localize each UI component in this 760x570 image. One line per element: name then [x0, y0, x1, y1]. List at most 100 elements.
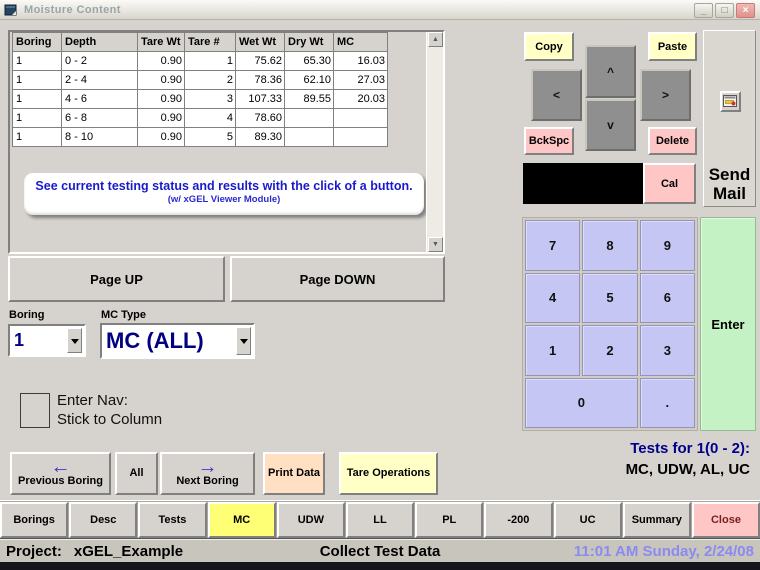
table-row[interactable]: 1 6 - 8 0.90 4 78.60: [12, 108, 388, 128]
cell-depth[interactable]: 4 - 6: [61, 89, 138, 109]
page-down-button[interactable]: Page DOWN: [230, 256, 445, 302]
cell-mc[interactable]: [333, 127, 388, 147]
mc-type-select[interactable]: MC (ALL): [100, 323, 255, 359]
tab-pl[interactable]: PL: [415, 502, 484, 538]
chevron-down-icon[interactable]: [67, 328, 82, 353]
cell-tare-num[interactable]: 5: [184, 127, 236, 147]
tab-mc[interactable]: MC: [207, 502, 276, 538]
tab-ll[interactable]: LL: [345, 502, 415, 538]
cell-tare-num[interactable]: 1: [184, 51, 236, 71]
key-6[interactable]: 6: [639, 272, 695, 323]
key-7[interactable]: 7: [525, 220, 581, 271]
chevron-down-icon[interactable]: [236, 327, 251, 355]
table-row[interactable]: 1 4 - 6 0.90 3 107.33 89.55 20.03: [12, 89, 388, 109]
cell-depth[interactable]: 6 - 8: [61, 108, 138, 128]
copy-button[interactable]: Copy: [524, 32, 574, 61]
print-data-button[interactable]: Print Data: [263, 452, 325, 495]
cell-dry-wt[interactable]: [284, 108, 334, 128]
tab-borings[interactable]: Borings: [0, 502, 69, 538]
cell-boring[interactable]: 1: [12, 108, 62, 128]
key-4[interactable]: 4: [525, 272, 581, 323]
cell-depth[interactable]: 0 - 2: [61, 51, 138, 71]
key-3[interactable]: 3: [639, 325, 695, 376]
cell-wet-wt[interactable]: 89.30: [235, 127, 285, 147]
cell-tare-wt[interactable]: 0.90: [137, 51, 185, 71]
close-icon[interactable]: ×: [736, 3, 755, 18]
cell-dry-wt[interactable]: 89.55: [284, 89, 334, 109]
cell-boring[interactable]: 1: [12, 89, 62, 109]
tare-operations-button[interactable]: Tare Operations: [339, 452, 438, 495]
boring-select[interactable]: 1: [8, 324, 86, 357]
cell-tare-num[interactable]: 3: [184, 89, 236, 109]
enter-nav-checkbox[interactable]: [20, 393, 50, 428]
cell-dry-wt[interactable]: [284, 127, 334, 147]
entry-display: [523, 163, 643, 204]
key-1[interactable]: 1: [525, 325, 581, 376]
key-5[interactable]: 5: [582, 272, 638, 323]
cell-mc[interactable]: [333, 108, 388, 128]
col-header-wet-wt: Wet Wt: [235, 32, 285, 52]
title-bar: Moisture Content _ □ ×: [0, 0, 760, 20]
cell-boring[interactable]: 1: [12, 51, 62, 71]
cell-wet-wt[interactable]: 78.60: [235, 108, 285, 128]
key-9[interactable]: 9: [639, 220, 695, 271]
table-row[interactable]: 1 0 - 2 0.90 1 75.62 65.30 16.03: [12, 51, 388, 71]
cell-mc[interactable]: 20.03: [333, 89, 388, 109]
cell-tare-wt[interactable]: 0.90: [137, 89, 185, 109]
tab-summary[interactable]: Summary: [622, 502, 691, 538]
cell-tare-num[interactable]: 4: [184, 108, 236, 128]
table-row[interactable]: 1 2 - 4 0.90 2 78.36 62.10 27.03: [12, 70, 388, 90]
tests-for-title: Tests for 1(0 - 2):: [630, 440, 750, 457]
send-mail-button[interactable]: Send Mail: [704, 165, 755, 203]
all-borings-button[interactable]: All: [115, 452, 158, 495]
key-decimal[interactable]: .: [639, 377, 695, 428]
enter-key[interactable]: Enter: [700, 217, 756, 431]
cell-wet-wt[interactable]: 107.33: [235, 89, 285, 109]
nav-left-button[interactable]: <: [531, 69, 582, 121]
mail-tool-button[interactable]: [720, 91, 741, 112]
cell-tare-wt[interactable]: 0.90: [137, 108, 185, 128]
cell-mc[interactable]: 16.03: [333, 51, 388, 71]
paste-button[interactable]: Paste: [648, 32, 697, 61]
cell-boring[interactable]: 1: [12, 127, 62, 147]
cell-mc[interactable]: 27.03: [333, 70, 388, 90]
cell-tare-wt[interactable]: 0.90: [137, 127, 185, 147]
cal-button[interactable]: Cal: [643, 163, 696, 204]
previous-boring-button[interactable]: ← Previous Boring: [10, 452, 111, 495]
nav-down-button[interactable]: v: [585, 99, 636, 151]
key-2[interactable]: 2: [582, 325, 638, 376]
table-row[interactable]: 1 8 - 10 0.90 5 89.30: [12, 127, 388, 147]
cell-wet-wt[interactable]: 78.36: [235, 70, 285, 90]
datetime-status: 11:01 AM Sunday, 2/24/08: [573, 543, 754, 560]
cell-tare-wt[interactable]: 0.90: [137, 70, 185, 90]
tab-udw[interactable]: UDW: [276, 502, 345, 538]
cell-depth[interactable]: 2 - 4: [61, 70, 138, 90]
cell-depth[interactable]: 8 - 10: [61, 127, 138, 147]
next-boring-button[interactable]: → Next Boring: [160, 452, 255, 495]
tab-tests[interactable]: Tests: [138, 502, 207, 538]
scroll-up-icon[interactable]: ▲: [428, 32, 443, 47]
minimize-icon[interactable]: _: [694, 3, 713, 18]
nav-up-button[interactable]: ^: [585, 45, 636, 98]
backspace-button[interactable]: BckSpc: [524, 127, 574, 155]
cell-dry-wt[interactable]: 62.10: [284, 70, 334, 90]
tab-200[interactable]: -200: [484, 502, 553, 538]
key-0[interactable]: 0: [525, 377, 638, 428]
delete-button[interactable]: Delete: [648, 127, 697, 155]
mc-data-panel: Boring Depth Tare Wt Tare # Wet Wt Dry W…: [8, 30, 445, 254]
tab-desc[interactable]: Desc: [69, 502, 138, 538]
moisture-content-window: Moisture Content _ □ × Boring Depth Tare…: [0, 0, 760, 570]
page-up-button[interactable]: Page UP: [8, 256, 225, 302]
tab-close[interactable]: Close: [691, 502, 760, 538]
cell-boring[interactable]: 1: [12, 70, 62, 90]
restore-icon[interactable]: □: [715, 3, 734, 18]
tab-uc[interactable]: UC: [553, 502, 622, 538]
key-8[interactable]: 8: [582, 220, 638, 271]
project-name: xGEL_Example: [73, 543, 184, 560]
nav-right-button[interactable]: >: [640, 69, 691, 121]
cell-wet-wt[interactable]: 75.62: [235, 51, 285, 71]
table-scrollbar[interactable]: ▲ ▼: [426, 32, 443, 252]
scroll-down-icon[interactable]: ▼: [428, 237, 443, 252]
cell-tare-num[interactable]: 2: [184, 70, 236, 90]
cell-dry-wt[interactable]: 65.30: [284, 51, 334, 71]
